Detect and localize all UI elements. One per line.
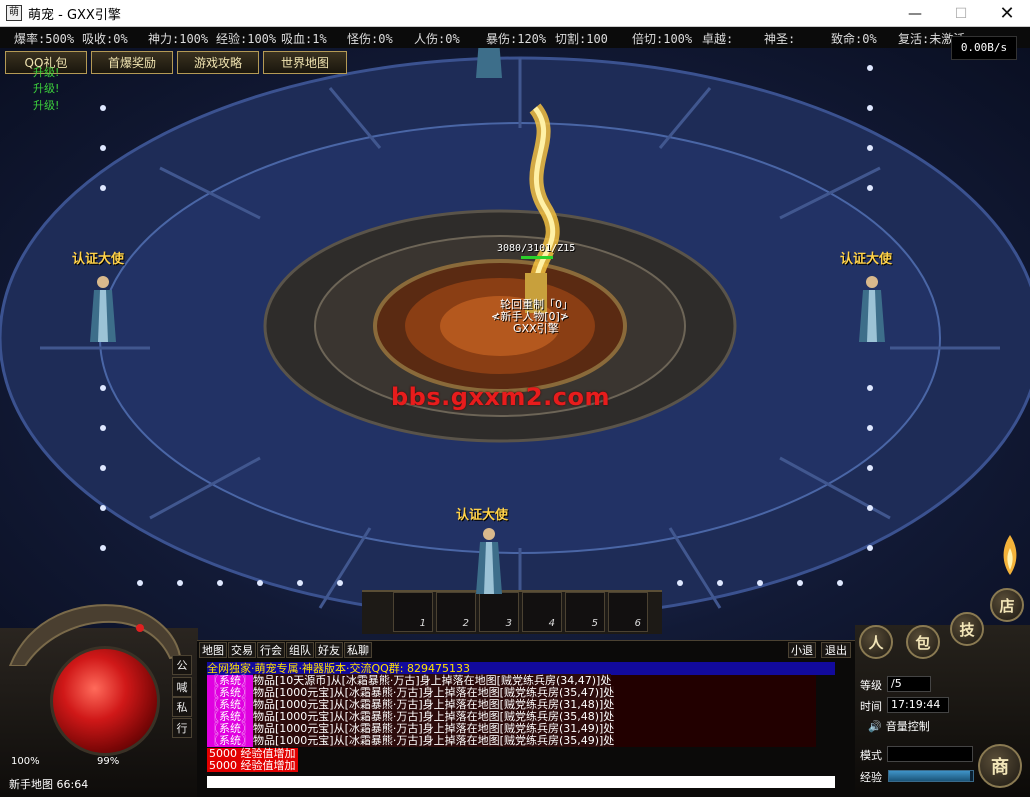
chat-channel-shout[interactable]: 喊 (172, 677, 192, 697)
stat-exp: 经验:100% (216, 32, 277, 46)
hp-percent: 100% (11, 756, 40, 767)
net-speed-indicator: 0.00B/s (951, 36, 1017, 60)
levelup-message: 升级! (33, 66, 60, 79)
hotbar-slot-number: 5 (591, 618, 598, 629)
arena-floor (0, 56, 1030, 628)
stat-excellence: 卓越: (702, 32, 734, 46)
stat-fatal: 致命:0% (831, 32, 877, 46)
hotbar-slot-number: 2 (462, 618, 469, 629)
level-value: /5 (887, 676, 931, 692)
system-tag: 〖系统〗 (207, 734, 253, 747)
current-map-coords: 新手地图 66:64 (9, 778, 89, 791)
speaker-icon: 🔊 (868, 719, 882, 733)
game-scene[interactable] (0, 48, 1030, 640)
player-hp-bar (521, 256, 553, 259)
time-value: 17:19:44 (887, 697, 949, 713)
npc-bottom-label: 认证大使 (456, 508, 509, 523)
tab-group[interactable]: 组队 (286, 642, 314, 658)
window-titlebar: 萌 萌宠 - GXX引擎 — ☐ ✕ (0, 0, 1030, 27)
tab-guild[interactable]: 行会 (257, 642, 285, 658)
skill-button[interactable]: 技 (950, 612, 984, 646)
minimize-button[interactable]: — (892, 0, 938, 27)
stat-cut: 切割:100 (555, 32, 608, 46)
levelup-message: 升级! (33, 82, 60, 95)
hotbar-slot-5[interactable]: 5 (565, 592, 605, 632)
mode-label: 模式 (860, 749, 882, 762)
mp-percent: 99% (97, 756, 120, 767)
hotbar-slot-3[interactable]: 3 (479, 592, 519, 632)
character-button[interactable]: 人 (859, 625, 893, 659)
hotbar-slot-4[interactable]: 4 (522, 592, 562, 632)
npc-right-figure[interactable] (857, 274, 887, 344)
hotbar-slot-number: 1 (419, 618, 426, 629)
stat-divine-power: 神力:100% (148, 32, 209, 46)
exp-bar (888, 770, 974, 782)
npc-left-figure[interactable] (88, 274, 118, 344)
hp-orb (50, 646, 160, 756)
player-engine-name: GXX引擎 (513, 322, 559, 335)
npc-right-label: 认证大使 (840, 252, 893, 267)
shop-button[interactable]: 店 (990, 588, 1024, 622)
hotbar-slot-number: 6 (634, 618, 641, 629)
candle-flame-icon (1003, 535, 1017, 575)
first-drop-reward-button[interactable]: 首爆奖励 (91, 51, 173, 74)
game-strategy-button[interactable]: 游戏攻略 (177, 51, 259, 74)
tab-map[interactable]: 地图 (199, 642, 227, 658)
close-button[interactable]: ✕ (984, 0, 1030, 27)
chat-log: 〖系统〗物品[10天源币]从[冰霜暴熊·万古]身上掉落在地图[贼党练兵房(34,… (207, 674, 816, 747)
hotbar-slot-number: 3 (505, 618, 512, 629)
exit-button[interactable]: 退出 (821, 642, 851, 658)
tab-private-chat[interactable]: 私聊 (344, 642, 372, 658)
stat-drop-rate: 爆率:500% (14, 32, 75, 46)
stat-absorb: 吸收:0% (82, 32, 128, 46)
world-map-button[interactable]: 世界地图 (263, 51, 347, 74)
chat-message-text: 物品[1000元宝]从[冰霜暴熊·万古]身上掉落在地图[贼党练兵房(35,49)… (253, 734, 615, 747)
small-logout-button[interactable]: 小退 (788, 642, 816, 658)
level-label: 等级 (860, 679, 882, 692)
chat-message: 〖系统〗物品[1000元宝]从[冰霜暴熊·万古]身上掉落在地图[贼党练兵房(35… (207, 734, 816, 747)
stat-lifesteal: 吸血:1% (281, 32, 327, 46)
hotbar-slot-2[interactable]: 2 (436, 592, 476, 632)
trade-shop-button[interactable]: 商 (978, 744, 1022, 788)
tab-friend[interactable]: 好友 (315, 642, 343, 658)
mode-value (887, 746, 973, 762)
maximize-button[interactable]: ☐ (938, 0, 984, 27)
hotbar-slot-number: 4 (548, 618, 555, 629)
stat-crit-dmg: 暴伤:120% (486, 32, 547, 46)
time-label: 时间 (860, 700, 882, 713)
hotbar-slot-6[interactable]: 6 (608, 592, 648, 632)
tab-trade[interactable]: 交易 (228, 642, 256, 658)
levelup-message: 升级! (33, 99, 60, 112)
chat-channel-guild[interactable]: 行 (172, 718, 192, 738)
npc-bottom-figure[interactable] (474, 526, 504, 596)
volume-control-button[interactable]: 🔊 音量控制 (868, 717, 930, 735)
stat-monster-dmg: 怪伤:0% (347, 32, 393, 46)
stat-multi-cut: 倍切:100% (632, 32, 693, 46)
chat-channel-private[interactable]: 私 (172, 697, 192, 717)
attribute-stats-bar: 爆率:500% 吸收:0% 神力:100% 经验:100% 吸血:1% 怪伤:0… (0, 27, 1030, 48)
window-title: 萌宠 - GXX引擎 (28, 8, 121, 23)
exp-bar-fill (889, 771, 971, 781)
site-watermark: bbs.gxxm2.com (391, 383, 610, 411)
stat-holy: 神圣: (764, 32, 796, 46)
bag-button[interactable]: 包 (906, 625, 940, 659)
exp-label: 经验 (860, 771, 882, 784)
volume-control-label: 音量控制 (885, 720, 930, 733)
npc-left-label: 认证大使 (72, 252, 125, 267)
stat-player-dmg: 人伤:0% (414, 32, 460, 46)
hotbar-slot-1[interactable]: 1 (393, 592, 433, 632)
npc-top-figure[interactable] (474, 48, 504, 80)
exp-gain-message: 5000 经验值增加 (207, 759, 298, 772)
app-icon: 萌 (6, 5, 22, 21)
player-hp-readout: 3080/3101/Z15 (497, 243, 576, 254)
chat-channel-public[interactable]: 公 (172, 655, 192, 675)
chat-input[interactable] (207, 776, 835, 788)
